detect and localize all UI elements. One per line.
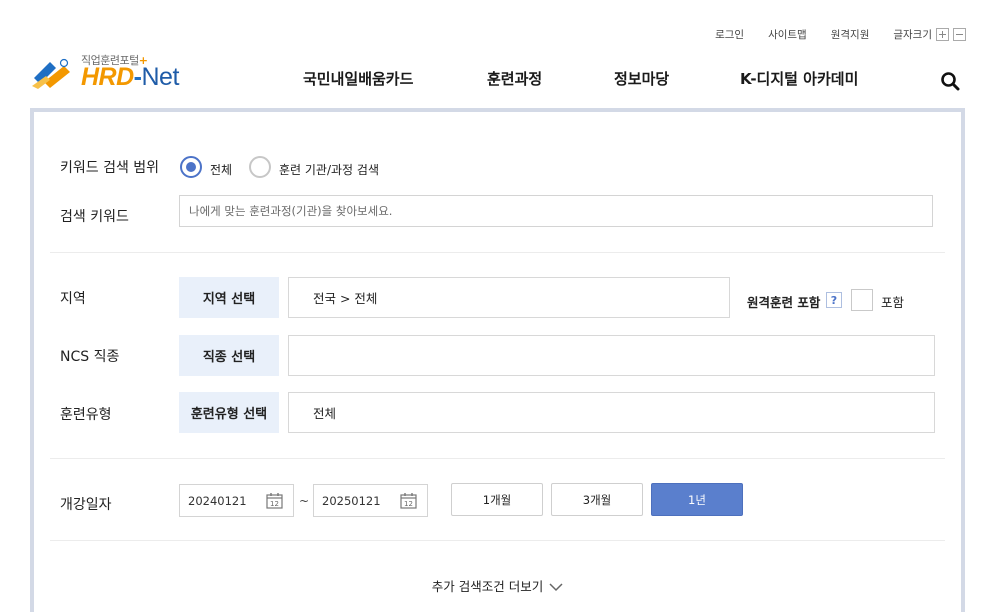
sitemap-link[interactable]: 사이트맵: [768, 27, 807, 42]
ncs-label: NCS 직종: [60, 349, 120, 365]
search-panel: 키워드 검색 범위 전체 훈련 기관/과정 검색 검색 키워드 지역 지역 선택…: [30, 108, 965, 612]
calendar-day-text: 12: [270, 500, 279, 508]
remote-training-label: 원격훈련 포함: [747, 295, 821, 310]
more-conditions-toggle[interactable]: 추가 검색조건 더보기: [34, 576, 961, 595]
remote-support-link[interactable]: 원격지원: [831, 27, 870, 42]
keyword-label: 검색 키워드: [60, 209, 129, 225]
scope-all-label[interactable]: 전체: [210, 161, 232, 178]
date-separator: ~: [299, 494, 310, 508]
scope-institution-radio[interactable]: [249, 156, 271, 178]
region-label: 지역: [60, 291, 86, 307]
start-date-label: 개강일자: [60, 497, 112, 513]
calendar-icon[interactable]: 12: [400, 492, 417, 509]
nav-k-digital-academy[interactable]: K-디지털 아카데미: [740, 68, 858, 89]
period-1-month-button[interactable]: 1개월: [451, 483, 543, 516]
font-size-label: 글자크기: [893, 29, 932, 41]
main-navigation: 국민내일배움카드 훈련과정 정보마당 K-디지털 아카데미: [0, 68, 1000, 92]
scope-all-radio[interactable]: [180, 156, 202, 178]
nav-information[interactable]: 정보마당: [614, 68, 669, 89]
nav-training-courses[interactable]: 훈련과정: [487, 68, 542, 89]
training-type-select-button[interactable]: 훈련유형 선택: [179, 392, 279, 433]
section-divider: [50, 458, 945, 459]
section-divider: [50, 540, 945, 541]
period-1-year-button[interactable]: 1년: [651, 483, 743, 516]
calendar-day-text: 12: [404, 500, 413, 508]
nav-national-card[interactable]: 국민내일배움카드: [303, 68, 413, 89]
help-icon[interactable]: ?: [826, 292, 842, 308]
date-to-value: 20250121: [322, 493, 381, 508]
keyword-input[interactable]: [179, 195, 933, 227]
period-3-month-button[interactable]: 3개월: [551, 483, 643, 516]
search-icon[interactable]: [940, 71, 960, 91]
font-size-increase-button[interactable]: [936, 28, 949, 41]
date-to-input[interactable]: 20250121 12: [313, 484, 428, 517]
ncs-select-button[interactable]: 직종 선택: [179, 335, 279, 376]
remote-include-checkbox[interactable]: [851, 289, 873, 311]
remote-include-label[interactable]: 포함: [881, 292, 904, 311]
date-from-value: 20240121: [188, 493, 247, 508]
calendar-icon[interactable]: 12: [266, 492, 283, 509]
chevron-down-icon: [549, 583, 563, 592]
region-value[interactable]: 전국 > 전체: [288, 277, 730, 318]
more-conditions-label: 추가 검색조건 더보기: [431, 579, 544, 594]
training-type-value[interactable]: 전체: [288, 392, 935, 433]
section-divider: [50, 252, 945, 253]
ncs-value[interactable]: [288, 335, 935, 376]
date-from-input[interactable]: 20240121 12: [179, 484, 294, 517]
font-size-decrease-button[interactable]: [953, 28, 966, 41]
region-select-button[interactable]: 지역 선택: [179, 277, 279, 318]
scope-label: 키워드 검색 범위: [60, 160, 160, 176]
training-type-label: 훈련유형: [60, 407, 112, 423]
login-link[interactable]: 로그인: [715, 27, 744, 42]
utility-bar: 로그인 사이트맵 원격지원 글자크기: [691, 27, 966, 42]
scope-institution-label[interactable]: 훈련 기관/과정 검색: [279, 161, 379, 178]
